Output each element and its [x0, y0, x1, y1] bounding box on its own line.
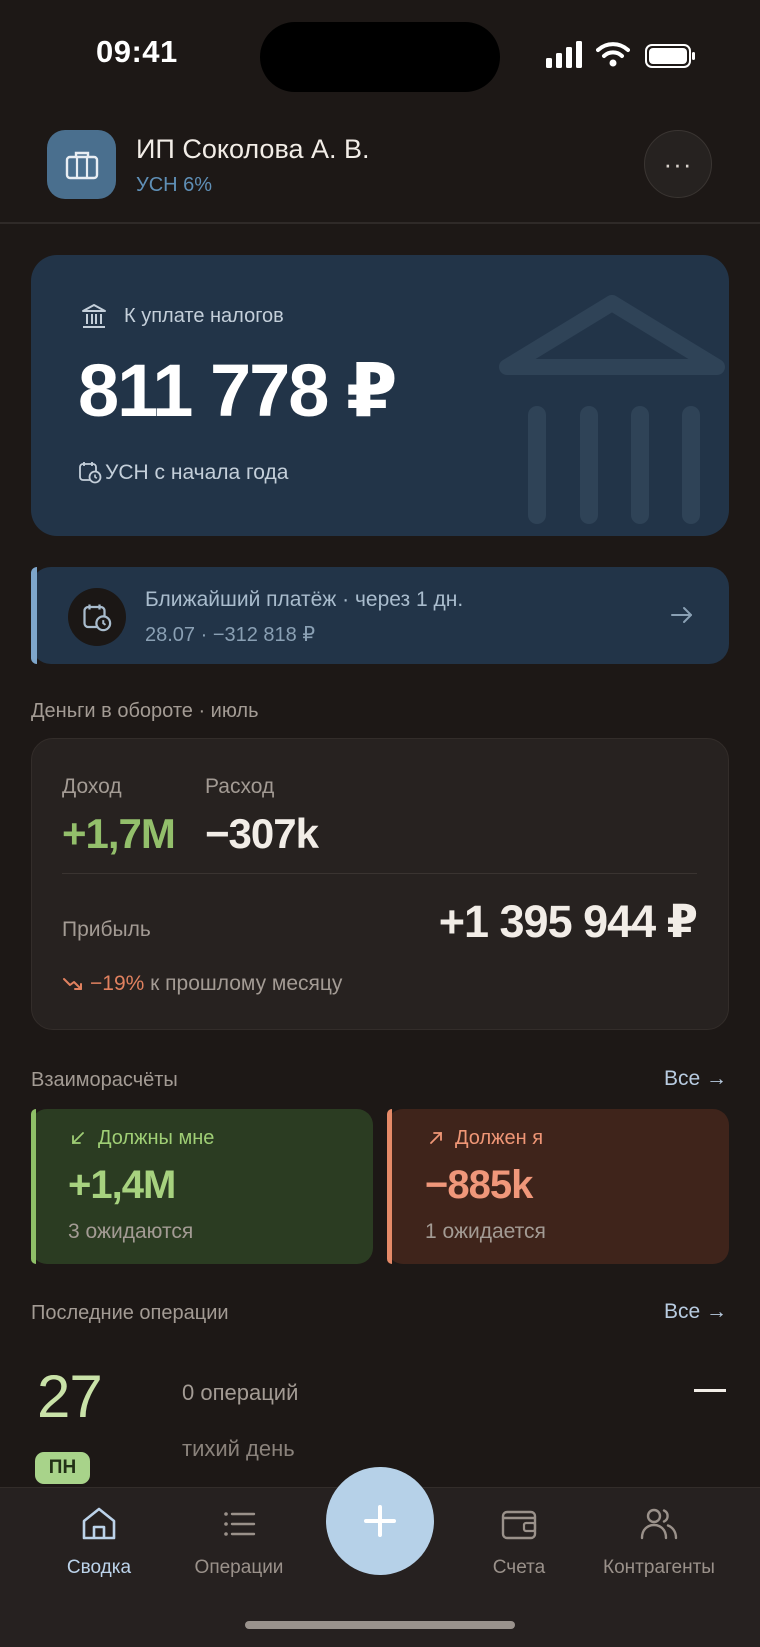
org-name[interactable]: ИП Соколова А. В.	[136, 134, 370, 165]
tax-regime: УСН 6%	[136, 174, 213, 196]
more-icon: ···	[663, 148, 693, 179]
plus-icon	[364, 1505, 396, 1537]
money-section-title: Деньги в обороте · июль	[31, 700, 259, 722]
battery-icon	[645, 44, 695, 68]
list-icon	[224, 1512, 256, 1536]
profit-label: Прибыль	[62, 918, 151, 941]
status-time: 09:41	[96, 34, 178, 69]
income-label: Доход	[62, 775, 122, 798]
home-icon	[82, 1507, 116, 1540]
bank-watermark-icon	[499, 295, 725, 524]
bank-icon	[82, 304, 106, 328]
next-payment-accent	[31, 567, 37, 664]
tab-accounts[interactable]: Счета	[444, 1503, 594, 1579]
tax-label: К уплате налогов	[124, 305, 284, 327]
tax-note: УСН с начала года	[105, 461, 289, 484]
cellular-signal-icon	[546, 41, 582, 68]
next-payment-subtitle: 28.07 · −312 818 ₽	[145, 624, 316, 646]
trend-down-icon	[63, 978, 82, 991]
tab-label: Счета	[492, 1557, 546, 1578]
tax-amount: 811 778 ₽	[78, 349, 397, 432]
i-owe-accent	[387, 1109, 392, 1264]
ops-dash	[694, 1389, 726, 1392]
profit-value: +1 395 944 ₽	[438, 896, 698, 947]
wifi-icon	[596, 42, 630, 67]
tab-summary[interactable]: Сводка	[24, 1503, 174, 1579]
settlements-all-link[interactable]: Все →	[664, 1067, 727, 1091]
home-indicator	[245, 1621, 515, 1629]
money-divider	[62, 873, 697, 874]
settlements-title: Взаиморасчёты	[31, 1069, 178, 1091]
people-icon	[640, 1508, 678, 1540]
owed-to-me-sub: 3 ожидаются	[68, 1220, 194, 1243]
add-operation-button[interactable]	[326, 1467, 434, 1575]
org-avatar[interactable]	[47, 130, 116, 199]
arrow-right-icon[interactable]	[668, 601, 696, 629]
weekday-badge: ПН	[35, 1452, 90, 1484]
i-owe-sub: 1 ожидается	[425, 1220, 546, 1243]
arrow-down-left-icon	[72, 1132, 84, 1144]
next-payment-title: Ближайший платёж · через 1 дн.	[145, 588, 464, 611]
tab-label: Операции	[194, 1557, 284, 1578]
tab-operations[interactable]: Операции	[164, 1503, 314, 1579]
i-owe-value: −885k	[425, 1163, 533, 1207]
dynamic-island	[260, 22, 500, 92]
briefcase-icon	[65, 151, 98, 179]
owed-to-me-value: +1,4M	[68, 1163, 176, 1207]
next-payment-card[interactable]	[31, 567, 729, 664]
owed-to-me-accent	[31, 1109, 36, 1264]
ops-note: тихий день	[182, 1436, 295, 1461]
tab-counterparties[interactable]: Контрагенты	[584, 1503, 734, 1579]
header-divider	[0, 222, 760, 224]
arrow-up-right-icon	[430, 1132, 442, 1144]
expense-label: Расход	[205, 775, 275, 798]
next-payment-icon-box	[68, 588, 126, 646]
income-value: +1,7M	[62, 810, 176, 857]
profit-trend: −19% к прошлому месяцу	[62, 972, 342, 996]
ops-count: 0 операций	[182, 1380, 299, 1405]
day-number: 27	[37, 1363, 103, 1430]
expense-value: −307k	[205, 810, 319, 857]
wallet-icon	[501, 1510, 537, 1540]
more-button[interactable]: ···	[644, 130, 712, 198]
recent-title: Последние операции	[31, 1302, 229, 1324]
calendar-clock-icon	[83, 604, 112, 632]
i-owe-label: Должен я	[455, 1127, 544, 1149]
calendar-clock-icon	[79, 462, 102, 484]
trend-text: к прошлому месяцу	[150, 972, 343, 995]
tab-label: Сводка	[66, 1557, 132, 1578]
recent-all-link[interactable]: Все →	[664, 1300, 727, 1324]
tab-label: Контрагенты	[603, 1557, 715, 1578]
owed-to-me-label: Должны мне	[98, 1127, 215, 1149]
trend-percent: −19%	[90, 972, 145, 995]
